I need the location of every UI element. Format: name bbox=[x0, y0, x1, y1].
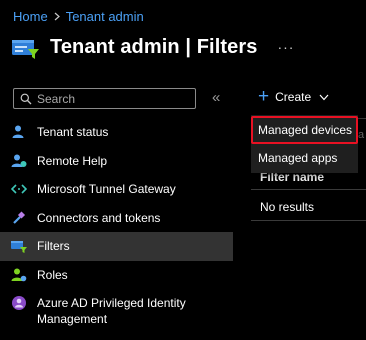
plus-icon: + bbox=[258, 86, 270, 107]
sidebar-item-label: Roles bbox=[37, 267, 68, 282]
sidebar-item-roles[interactable]: Roles bbox=[0, 261, 233, 290]
sidebar-item-tenant-status[interactable]: Tenant status bbox=[0, 118, 233, 147]
breadcrumb-tenant-admin[interactable]: Tenant admin bbox=[66, 9, 144, 24]
app-root: Home Tenant admin Tenant admin | Filters… bbox=[0, 0, 366, 340]
sidebar-item-microsoft-tunnel-gateway[interactable]: Microsoft Tunnel Gateway bbox=[0, 175, 233, 204]
chevron-right-icon bbox=[54, 12, 60, 21]
person-help-icon bbox=[11, 154, 27, 167]
sidebar-item-connectors-and-tokens[interactable]: Connectors and tokens bbox=[0, 204, 233, 233]
sidebar-item-label: Azure AD Privileged Identity Management bbox=[37, 296, 186, 326]
code-arrows-icon bbox=[11, 184, 27, 194]
breadcrumb: Home Tenant admin bbox=[13, 9, 144, 24]
row-divider bbox=[251, 220, 366, 221]
create-button[interactable]: + Create bbox=[258, 86, 329, 107]
chevron-down-icon bbox=[319, 94, 329, 100]
collapse-sidebar-icon[interactable]: « bbox=[212, 89, 220, 106]
menu-item-managed-devices[interactable]: Managed devices bbox=[251, 116, 358, 144]
search-icon bbox=[20, 93, 32, 104]
search-box[interactable] bbox=[13, 88, 196, 109]
header-divider bbox=[251, 189, 366, 190]
sidebar-item-filters[interactable]: Filters bbox=[0, 232, 233, 261]
person-icon bbox=[12, 125, 24, 138]
sidebar-item-label: Tenant status bbox=[37, 125, 109, 139]
menu-item-managed-apps[interactable]: Managed apps bbox=[251, 147, 358, 169]
sidebar-item-label: Connectors and tokens bbox=[37, 210, 161, 225]
sidebar-item-label: Filters bbox=[37, 239, 70, 253]
roles-icon bbox=[11, 268, 27, 281]
create-dropdown-menu: Managed devices Managed apps bbox=[251, 115, 358, 173]
sidebar-item-label: Remote Help bbox=[37, 153, 108, 168]
sidebar-item-remote-help[interactable]: Remote Help bbox=[0, 147, 233, 176]
search-input[interactable] bbox=[37, 91, 187, 106]
sidebar-item-azure-ad-pim[interactable]: Azure AD Privileged Identity Management bbox=[0, 289, 233, 333]
partial-text: a bbox=[358, 129, 365, 141]
page-title: Tenant admin | Filters bbox=[50, 35, 258, 58]
more-options-icon[interactable]: ··· bbox=[277, 39, 294, 55]
breadcrumb-home[interactable]: Home bbox=[13, 9, 48, 24]
pim-icon bbox=[12, 296, 26, 310]
create-label: Create bbox=[275, 90, 312, 104]
sidebar-nav: Tenant status Remote Help Microsoft Tunn… bbox=[0, 118, 233, 333]
title-row: Tenant admin | Filters ··· bbox=[12, 34, 294, 60]
filter-icon bbox=[11, 241, 27, 253]
plug-icon bbox=[13, 210, 26, 224]
filter-devices-icon bbox=[12, 40, 39, 59]
sidebar-item-label: Microsoft Tunnel Gateway bbox=[37, 182, 176, 196]
no-results-text: No results bbox=[260, 200, 315, 214]
